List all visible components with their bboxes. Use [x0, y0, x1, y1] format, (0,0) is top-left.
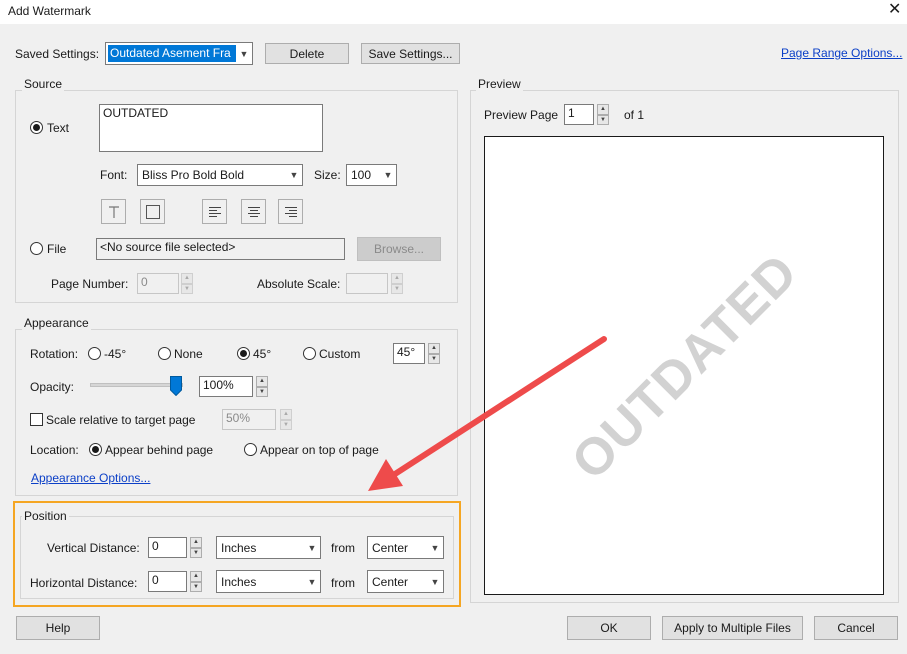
size-dropdown[interactable]: 100 ▼	[346, 164, 397, 186]
align-right-button[interactable]	[278, 199, 303, 224]
align-right-icon	[284, 206, 297, 217]
file-radio[interactable]	[30, 242, 43, 255]
watermark-preview-text: OUTDATED	[560, 242, 810, 492]
apply-multiple-files-button[interactable]: Apply to Multiple Files	[662, 616, 803, 640]
rotation-custom-radio[interactable]	[303, 347, 316, 360]
rotation-custom-stepper[interactable]: ▲ ▼	[428, 343, 440, 364]
help-button[interactable]: Help	[16, 616, 100, 640]
page-number-input[interactable]: 0	[137, 273, 179, 294]
watermark-text-area[interactable]: OUTDATED	[99, 104, 323, 152]
text-style-button[interactable]	[101, 199, 126, 224]
font-value: Bliss Pro Bold Bold	[142, 168, 245, 182]
stepper-up-icon: ▲	[391, 273, 403, 284]
saved-settings-value: Outdated Asement Fra	[108, 45, 236, 62]
rotation-45-radio[interactable]	[237, 347, 250, 360]
scale-relative-checkbox[interactable]	[30, 413, 43, 426]
stepper-down-icon: ▼	[181, 283, 193, 294]
location-behind-radio[interactable]	[89, 443, 102, 456]
font-label: Font:	[100, 168, 128, 182]
absolute-scale-label: Absolute Scale:	[257, 277, 341, 291]
page-number-label: Page Number:	[51, 277, 129, 291]
stepper-down-icon: ▼	[428, 353, 440, 364]
rotation-none-radio[interactable]	[158, 347, 171, 360]
title-bar	[0, 0, 907, 24]
font-dropdown[interactable]: Bliss Pro Bold Bold ▼	[137, 164, 303, 186]
saved-settings-dropdown[interactable]: Outdated Asement Fra ▼	[105, 42, 253, 65]
preview-page-canvas: OUTDATED	[484, 136, 884, 595]
close-icon[interactable]: ✕	[888, 1, 901, 19]
stepper-up-icon: ▲	[256, 376, 268, 387]
scale-percent-stepper[interactable]: ▲ ▼	[280, 409, 292, 430]
size-label: Size:	[314, 168, 341, 182]
opacity-slider-thumb[interactable]	[170, 376, 182, 399]
stepper-down-icon: ▼	[280, 419, 292, 430]
file-radio-label: File	[47, 242, 67, 256]
align-left-icon	[208, 206, 221, 217]
delete-button[interactable]: Delete	[265, 43, 349, 64]
rotation-minus45-label: -45°	[104, 347, 127, 361]
appearance-options-link[interactable]: Appearance Options...	[31, 471, 150, 485]
absolute-scale-stepper[interactable]: ▲ ▼	[391, 273, 403, 294]
align-left-button[interactable]	[202, 199, 227, 224]
chevron-down-icon: ▼	[289, 170, 299, 180]
ok-button[interactable]: OK	[567, 616, 651, 640]
page-range-options-link[interactable]: Page Range Options...	[781, 46, 902, 60]
preview-page-stepper[interactable]: ▲ ▼	[597, 104, 609, 125]
text-radio[interactable]	[30, 121, 43, 134]
page-number-stepper[interactable]: ▲ ▼	[181, 273, 193, 294]
scale-percent-input[interactable]: 50%	[222, 409, 276, 430]
cancel-button[interactable]: Cancel	[814, 616, 898, 640]
rotation-custom-input[interactable]: 45°	[393, 343, 425, 364]
text-radio-label: Text	[47, 121, 70, 135]
source-file-field[interactable]: <No source file selected>	[96, 238, 345, 260]
preview-page-input[interactable]: 1	[564, 104, 594, 125]
appearance-group-label: Appearance	[22, 316, 91, 330]
rotation-none-label: None	[174, 347, 203, 361]
preview-page-label: Preview Page	[484, 108, 559, 122]
location-label: Location:	[30, 443, 79, 457]
preview-group-label: Preview	[476, 77, 523, 91]
chevron-down-icon: ▼	[239, 48, 249, 59]
location-behind-label: Appear behind page	[105, 443, 214, 457]
size-value: 100	[351, 168, 372, 182]
text-tool-icon	[108, 205, 119, 218]
window-title: Add Watermark	[8, 4, 91, 18]
text-outline-button[interactable]	[140, 199, 165, 224]
rotation-custom-label: Custom	[319, 347, 361, 361]
position-highlight-box	[13, 501, 461, 607]
stepper-down-icon: ▼	[391, 283, 403, 294]
location-top-radio[interactable]	[244, 443, 257, 456]
rotation-minus45-radio[interactable]	[88, 347, 101, 360]
location-top-label: Appear on top of page	[260, 443, 379, 457]
stepper-up-icon: ▲	[428, 343, 440, 354]
stepper-up-icon: ▲	[280, 409, 292, 420]
preview-page-count: of 1	[624, 108, 645, 122]
rotation-45-label: 45°	[253, 347, 272, 361]
absolute-scale-input[interactable]	[346, 273, 388, 294]
saved-settings-label: Saved Settings:	[15, 47, 100, 61]
square-icon	[145, 204, 160, 219]
stepper-down-icon: ▼	[597, 114, 609, 125]
align-center-button[interactable]	[241, 199, 266, 224]
scale-relative-label: Scale relative to target page	[46, 413, 196, 427]
save-settings-button[interactable]: Save Settings...	[361, 43, 460, 64]
opacity-label: Opacity:	[30, 380, 75, 394]
chevron-down-icon: ▼	[383, 170, 393, 180]
stepper-up-icon: ▲	[181, 273, 193, 284]
opacity-stepper[interactable]: ▲ ▼	[256, 376, 268, 397]
opacity-input[interactable]: 100%	[199, 376, 253, 397]
stepper-down-icon: ▼	[256, 386, 268, 397]
rotation-label: Rotation:	[30, 347, 79, 361]
source-group-label: Source	[22, 77, 65, 91]
stepper-up-icon: ▲	[597, 104, 609, 115]
align-center-icon	[247, 206, 260, 217]
browse-button[interactable]: Browse...	[357, 237, 441, 261]
